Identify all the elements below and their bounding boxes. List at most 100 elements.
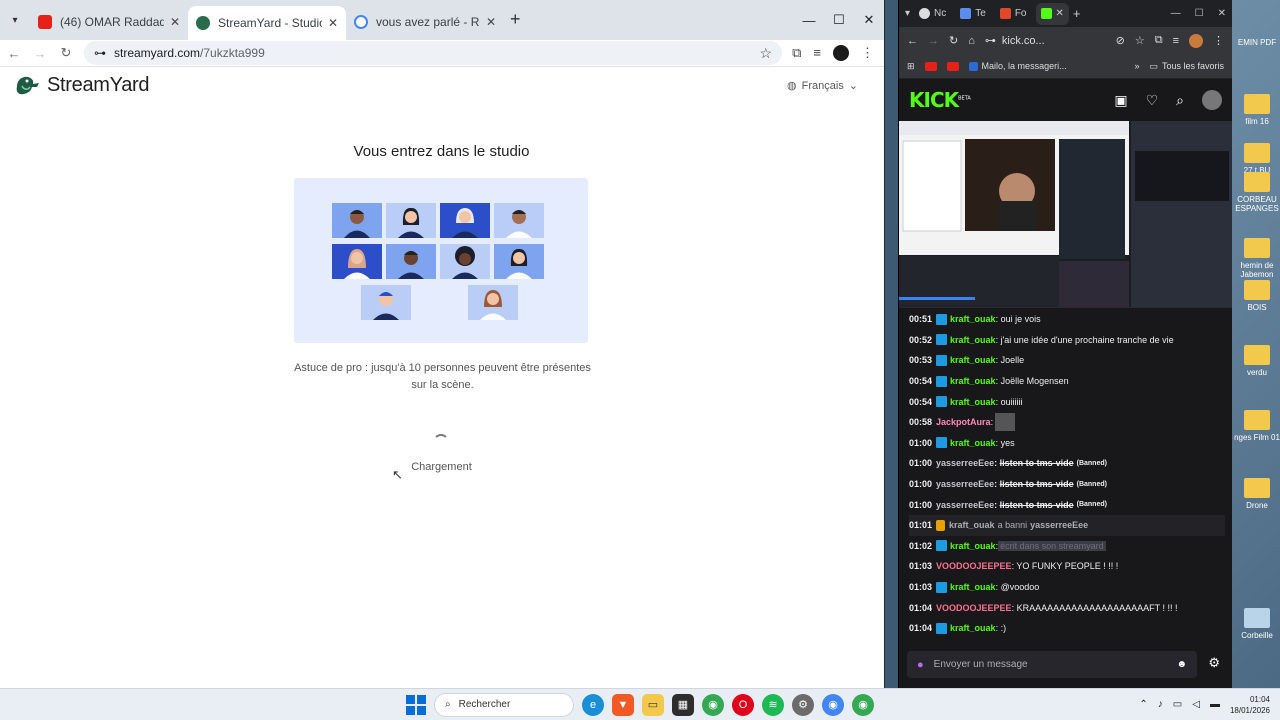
chat-username[interactable]: yasserreeEee [936,479,994,489]
clock[interactable]: 01:04 18/01/2026 [1230,694,1270,716]
chat-username[interactable]: JackpotAura [936,417,991,427]
url-field[interactable]: ⊶ streamyard.com/7ukzkta999 ☆ [84,41,783,65]
chevron-up-icon[interactable]: ⌃ [1139,699,1147,710]
heart-icon[interactable]: ♡ [1146,92,1159,109]
tab-kick[interactable]: ✕ [1035,2,1069,25]
media-icon[interactable]: ≡ [1173,35,1179,47]
battery-icon[interactable]: ▬ [1210,699,1220,710]
tab-search-button[interactable]: ▾ [905,8,910,19]
close-tab-icon[interactable]: ✕ [1056,8,1064,19]
chat-username[interactable]: yasserreeEee [936,500,994,510]
eye-off-icon[interactable]: ⊘ [1116,34,1125,47]
chrome-icon[interactable]: ◉ [852,693,874,716]
menu-icon[interactable]: ⋮ [861,45,874,61]
stream-video-player[interactable] [899,121,1232,308]
tab-youtube[interactable]: (46) OMAR Raddad - ANALYSE ✕ [30,6,188,38]
microphone-icon[interactable]: ♪ [1158,699,1163,710]
reload-icon[interactable]: ↻ [949,34,958,47]
apps-icon[interactable]: ⊞ [907,61,915,72]
tab-google-search[interactable]: vous avez parlé - Recherche Go ✕ [346,6,504,38]
chat-username[interactable]: VOODOOJEEPEE [936,603,1012,613]
opera-icon[interactable]: O [732,693,754,716]
kick-logo[interactable]: KICKBETA [909,88,971,112]
chat-username[interactable]: yasserreeEee [936,458,994,468]
language-selector[interactable]: ◍ Français ⌄ [787,79,858,93]
chat-username[interactable]: kraft_ouak [950,397,996,407]
youtube-icon[interactable] [946,61,959,71]
close-window-icon[interactable]: ✕ [1218,8,1226,19]
minimize-icon[interactable]: — [794,13,824,28]
reload-icon[interactable]: ↻ [58,45,74,61]
close-window-icon[interactable]: ✕ [854,12,884,28]
home-icon[interactable]: ⌂ [968,35,975,47]
tab-streamyard[interactable]: StreamYard - Studio ✕ [188,6,346,40]
bookmark-star-icon[interactable]: ☆ [1135,34,1145,47]
desktop-folder-icon[interactable]: BOIS [1234,280,1280,312]
recycle-bin-icon[interactable]: Corbeille [1234,608,1280,640]
tab-item[interactable]: Nc [914,3,951,25]
media-icon[interactable]: ≡ [813,45,821,61]
close-tab-icon[interactable]: ✕ [328,16,338,30]
file-explorer-icon[interactable]: ▭ [642,693,664,716]
chat-username[interactable]: kraft_ouak [949,520,995,530]
new-tab-button[interactable]: + [1073,6,1081,21]
chat-username[interactable]: kraft_ouak [950,335,996,345]
chat-username[interactable]: kraft_ouak [950,376,996,386]
desktop-folder-icon[interactable]: 27 t BU [1234,143,1280,175]
desktop-folder-icon[interactable]: EMIN PDF [1234,38,1280,47]
desktop-folder-icon[interactable]: film 16 [1234,94,1280,126]
tab-search-button[interactable]: ▾ [4,9,26,31]
network-icon[interactable]: ▭ [1173,699,1182,710]
chrome-icon[interactable]: ◉ [702,693,724,716]
maximize-icon[interactable]: ☐ [824,12,854,28]
bookmark-mailo[interactable]: Mailo, la messageri... [968,61,1067,71]
url-field[interactable]: ⊶ kick.co... [985,34,1106,48]
extensions-icon[interactable]: ⧉ [1155,34,1163,47]
avatar[interactable] [1202,90,1222,110]
chat-username[interactable]: VOODOOJEEPEE [936,561,1012,571]
maximize-icon[interactable]: ☐ [1195,8,1204,19]
streamyard-logo[interactable]: StreamYard [13,73,150,97]
extensions-icon[interactable]: ⧉ [792,45,801,61]
back-icon[interactable]: ← [6,46,22,61]
app-icon[interactable]: ▦ [672,693,694,716]
desktop-folder-icon[interactable]: nges Film 01 [1234,410,1280,442]
tab-item[interactable]: Fo [995,3,1032,25]
profile-avatar[interactable] [1189,33,1203,48]
emoji-icon[interactable]: ☻ [1176,659,1187,670]
bookmark-star-icon[interactable]: ☆ [760,45,773,62]
desktop-folder-icon[interactable]: verdu [1234,345,1280,377]
chat-username[interactable]: kraft_ouak [950,438,996,448]
forward-icon[interactable]: → [928,35,939,47]
tab-item[interactable]: Te [955,3,991,25]
chat-settings-gear-icon[interactable]: ⚙ [1208,655,1220,671]
site-info-icon[interactable]: ⊶ [94,46,106,60]
minimize-icon[interactable]: — [1171,8,1181,19]
close-tab-icon[interactable]: ✕ [486,15,496,29]
brave-icon[interactable]: ▼ [612,693,634,716]
chat-username[interactable]: kraft_ouak [950,355,996,365]
close-tab-icon[interactable]: ✕ [170,15,180,29]
menu-icon[interactable]: ⋮ [1213,34,1224,47]
desktop-folder-icon[interactable]: CORBEAU ESPANGES [1234,172,1280,213]
chat-username[interactable]: kraft_ouak [950,623,996,633]
microphone-icon[interactable]: ● [917,659,924,671]
back-icon[interactable]: ← [907,35,918,47]
edge-icon[interactable]: e [582,693,604,716]
volume-icon[interactable]: ◁ [1192,699,1200,710]
spotify-icon[interactable]: ≋ [762,693,784,716]
new-tab-button[interactable]: + [510,9,521,30]
banned-username[interactable]: yasserreeEee [1030,520,1088,530]
chat-message-input[interactable]: ● Envoyer un message ☻ [907,651,1197,678]
taskbar-search[interactable]: ⌕ Rechercher [434,692,574,717]
search-icon[interactable]: ⌕ [1176,92,1184,109]
all-favorites[interactable]: ▭ Tous les favoris [1149,61,1224,72]
chat-username[interactable]: kraft_ouak [950,582,996,592]
settings-icon[interactable]: ⚙ [792,693,814,716]
youtube-icon[interactable] [924,61,937,71]
windows-start-icon[interactable] [406,694,426,715]
desktop-folder-icon[interactable]: hemin de Jabemon [1234,238,1280,279]
chat-username[interactable]: kraft_ouak [950,314,996,324]
profile-avatar[interactable] [833,45,849,61]
studio-icon[interactable]: ▣ [1114,92,1127,109]
